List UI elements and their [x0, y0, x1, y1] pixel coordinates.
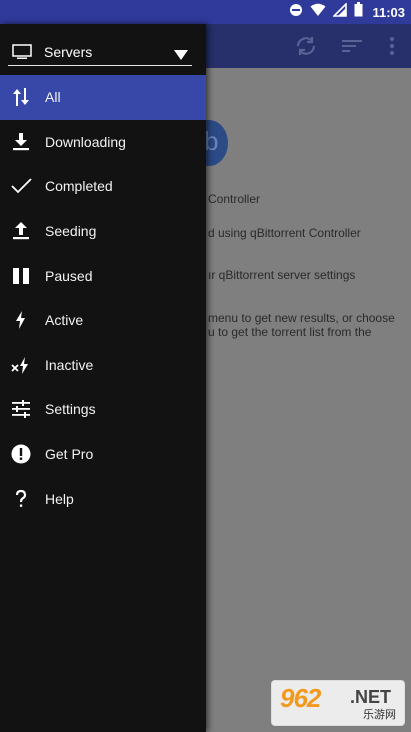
menu-item-downloading[interactable]: Downloading — [0, 120, 206, 165]
menu-item-inactive[interactable]: Inactive — [0, 343, 206, 388]
dropdown-arrow-icon — [174, 47, 188, 60]
drawer-header: Servers — [0, 24, 206, 76]
server-selector[interactable]: Servers — [8, 38, 192, 66]
menu-item-get-pro[interactable]: Get Pro — [0, 432, 206, 477]
menu-item-seeding[interactable]: Seeding — [0, 209, 206, 254]
menu-label-get-pro: Get Pro — [45, 446, 94, 463]
menu-label-seeding: Seeding — [45, 223, 97, 240]
watermark-suffix: .NET — [350, 687, 392, 707]
status-icons: 11:03 — [289, 0, 405, 24]
background-text-5: u to get the torrent list from the — [208, 325, 372, 339]
menu-label-completed: Completed — [45, 178, 113, 195]
menu-label-inactive: Inactive — [45, 356, 94, 373]
status-bar: 11:03 — [0, 0, 411, 24]
sliders-icon — [10, 398, 32, 420]
menu-label-all: All — [45, 89, 61, 106]
monitor-icon — [12, 43, 32, 60]
menu-item-active[interactable]: Active — [0, 298, 206, 343]
menu-item-paused[interactable]: Paused — [0, 253, 206, 298]
download-icon — [10, 131, 32, 153]
check-icon — [10, 175, 32, 197]
menu-label-settings: Settings — [45, 401, 96, 418]
background-text-4: menu to get new results, or choose — [208, 311, 395, 325]
background-text-3: ır qBittorrent server settings — [208, 268, 356, 282]
server-label: Servers — [44, 43, 93, 60]
bolt-off-icon — [10, 354, 32, 376]
menu-label-help: Help — [45, 490, 74, 507]
menu-item-completed[interactable]: Completed — [0, 164, 206, 209]
signal-icon — [332, 1, 348, 22]
status-time: 11:03 — [372, 4, 405, 20]
watermark-sub: 乐游网 — [363, 709, 396, 721]
menu-label-downloading: Downloading — [45, 133, 126, 150]
menu-label-active: Active — [45, 312, 84, 329]
overflow-menu-icon — [380, 34, 404, 58]
alert-icon — [10, 443, 32, 465]
background-text-2: d using qBittorrent Controller — [208, 226, 361, 240]
menu-item-help[interactable]: Help — [0, 476, 206, 521]
wifi-icon — [310, 3, 326, 22]
refresh-icon — [294, 34, 318, 58]
pause-icon — [10, 265, 32, 287]
bolt-icon — [10, 309, 32, 331]
battery-icon — [354, 2, 363, 22]
menu-item-settings[interactable]: Settings — [0, 387, 206, 432]
upload-icon — [10, 220, 32, 242]
watermark-main: 962 — [280, 683, 321, 713]
sort-arrows-icon — [10, 86, 32, 108]
menu-label-paused: Paused — [45, 267, 93, 284]
navigation-drawer: Servers All Downloading Completed Seedin… — [0, 24, 206, 732]
sort-icon — [340, 34, 364, 58]
watermark-logo: 962 .NET 乐游网 — [271, 680, 405, 726]
drawer-menu: All Downloading Completed Seeding Paused — [0, 75, 206, 521]
menu-item-all[interactable]: All — [0, 75, 206, 120]
background-text-1: Controller — [208, 192, 261, 206]
help-icon — [10, 488, 32, 510]
dnd-icon — [289, 3, 303, 22]
